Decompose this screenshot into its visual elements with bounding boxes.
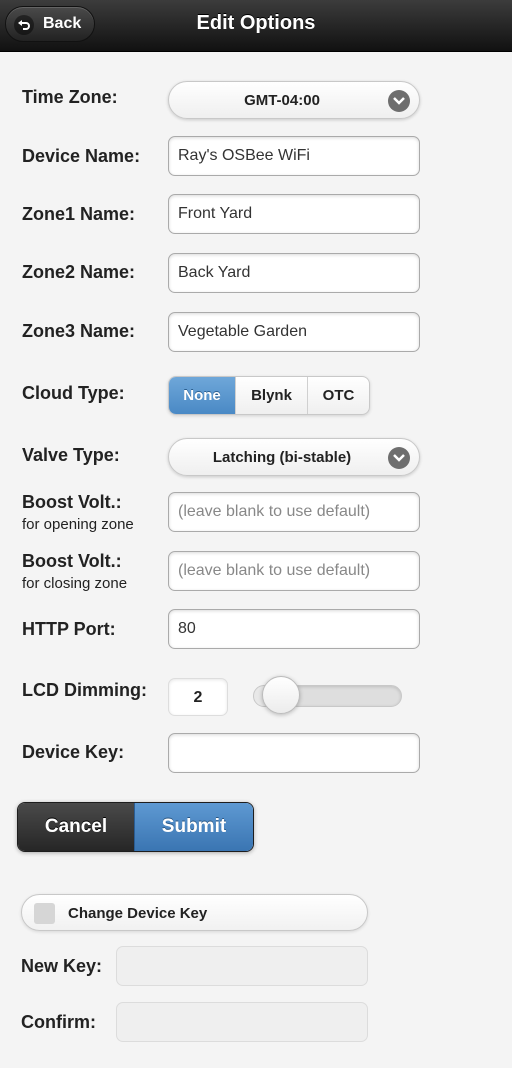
zone2-name-input[interactable] <box>168 253 420 293</box>
submit-button[interactable]: Submit <box>134 803 253 851</box>
confirm-key-input[interactable] <box>116 1002 368 1042</box>
action-buttons: Cancel Submit <box>17 802 254 852</box>
new-key-input[interactable] <box>116 946 368 986</box>
confirm-key-label: Confirm: <box>21 1012 96 1032</box>
cloud-type-label: Cloud Type: <box>22 383 125 403</box>
boost-open-sublabel: for opening zone <box>22 516 134 533</box>
lcd-dimming-value[interactable]: 2 <box>168 678 228 716</box>
http-port-input[interactable] <box>168 609 420 649</box>
checkbox-icon <box>34 903 55 924</box>
device-name-input[interactable] <box>168 136 420 176</box>
device-name-label: Device Name: <box>22 146 141 166</box>
lcd-dimming-label: LCD Dimming: <box>22 680 147 700</box>
valve-type-value: Latching (bi-stable) <box>212 449 352 466</box>
boost-close-sublabel: for closing zone <box>22 575 128 592</box>
time-zone-label: Time Zone: <box>22 87 118 107</box>
boost-open-label: Boost Volt.: <box>22 492 122 512</box>
valve-type-label: Valve Type: <box>22 445 120 465</box>
zone1-name-input[interactable] <box>168 194 420 234</box>
change-device-key-checkbox[interactable]: Change Device Key <box>21 894 368 931</box>
zone1-name-label: Zone1 Name: <box>22 204 136 224</box>
device-key-input[interactable] <box>168 733 420 773</box>
new-key-label: New Key: <box>21 956 103 976</box>
boost-close-label: Boost Volt.: <box>22 551 122 571</box>
page-title: Edit Options <box>196 12 316 34</box>
lcd-dimming-slider-handle[interactable] <box>261 676 300 714</box>
time-zone-value: GMT-04:00 <box>244 92 320 109</box>
boost-open-input[interactable] <box>168 492 420 532</box>
zone3-name-label: Zone3 Name: <box>22 321 136 341</box>
boost-close-input[interactable] <box>168 551 420 591</box>
header-bar: Back Edit Options <box>0 0 512 52</box>
chevron-down-icon <box>388 90 410 112</box>
time-zone-select[interactable]: GMT-04:00 <box>168 81 420 119</box>
chevron-down-icon <box>388 447 410 469</box>
cancel-button[interactable]: Cancel <box>18 803 134 851</box>
valve-type-select[interactable]: Latching (bi-stable) <box>168 438 420 476</box>
http-port-label: HTTP Port: <box>22 619 116 639</box>
cloud-option-none[interactable]: None <box>169 377 236 414</box>
cloud-option-otc[interactable]: OTC <box>308 377 369 414</box>
cloud-option-blynk[interactable]: Blynk <box>236 377 308 414</box>
cloud-type-segmented: None Blynk OTC <box>168 376 370 415</box>
change-device-key-label: Change Device Key <box>68 905 208 922</box>
zone3-name-input[interactable] <box>168 312 420 352</box>
zone2-name-label: Zone2 Name: <box>22 262 136 282</box>
device-key-label: Device Key: <box>22 742 125 762</box>
